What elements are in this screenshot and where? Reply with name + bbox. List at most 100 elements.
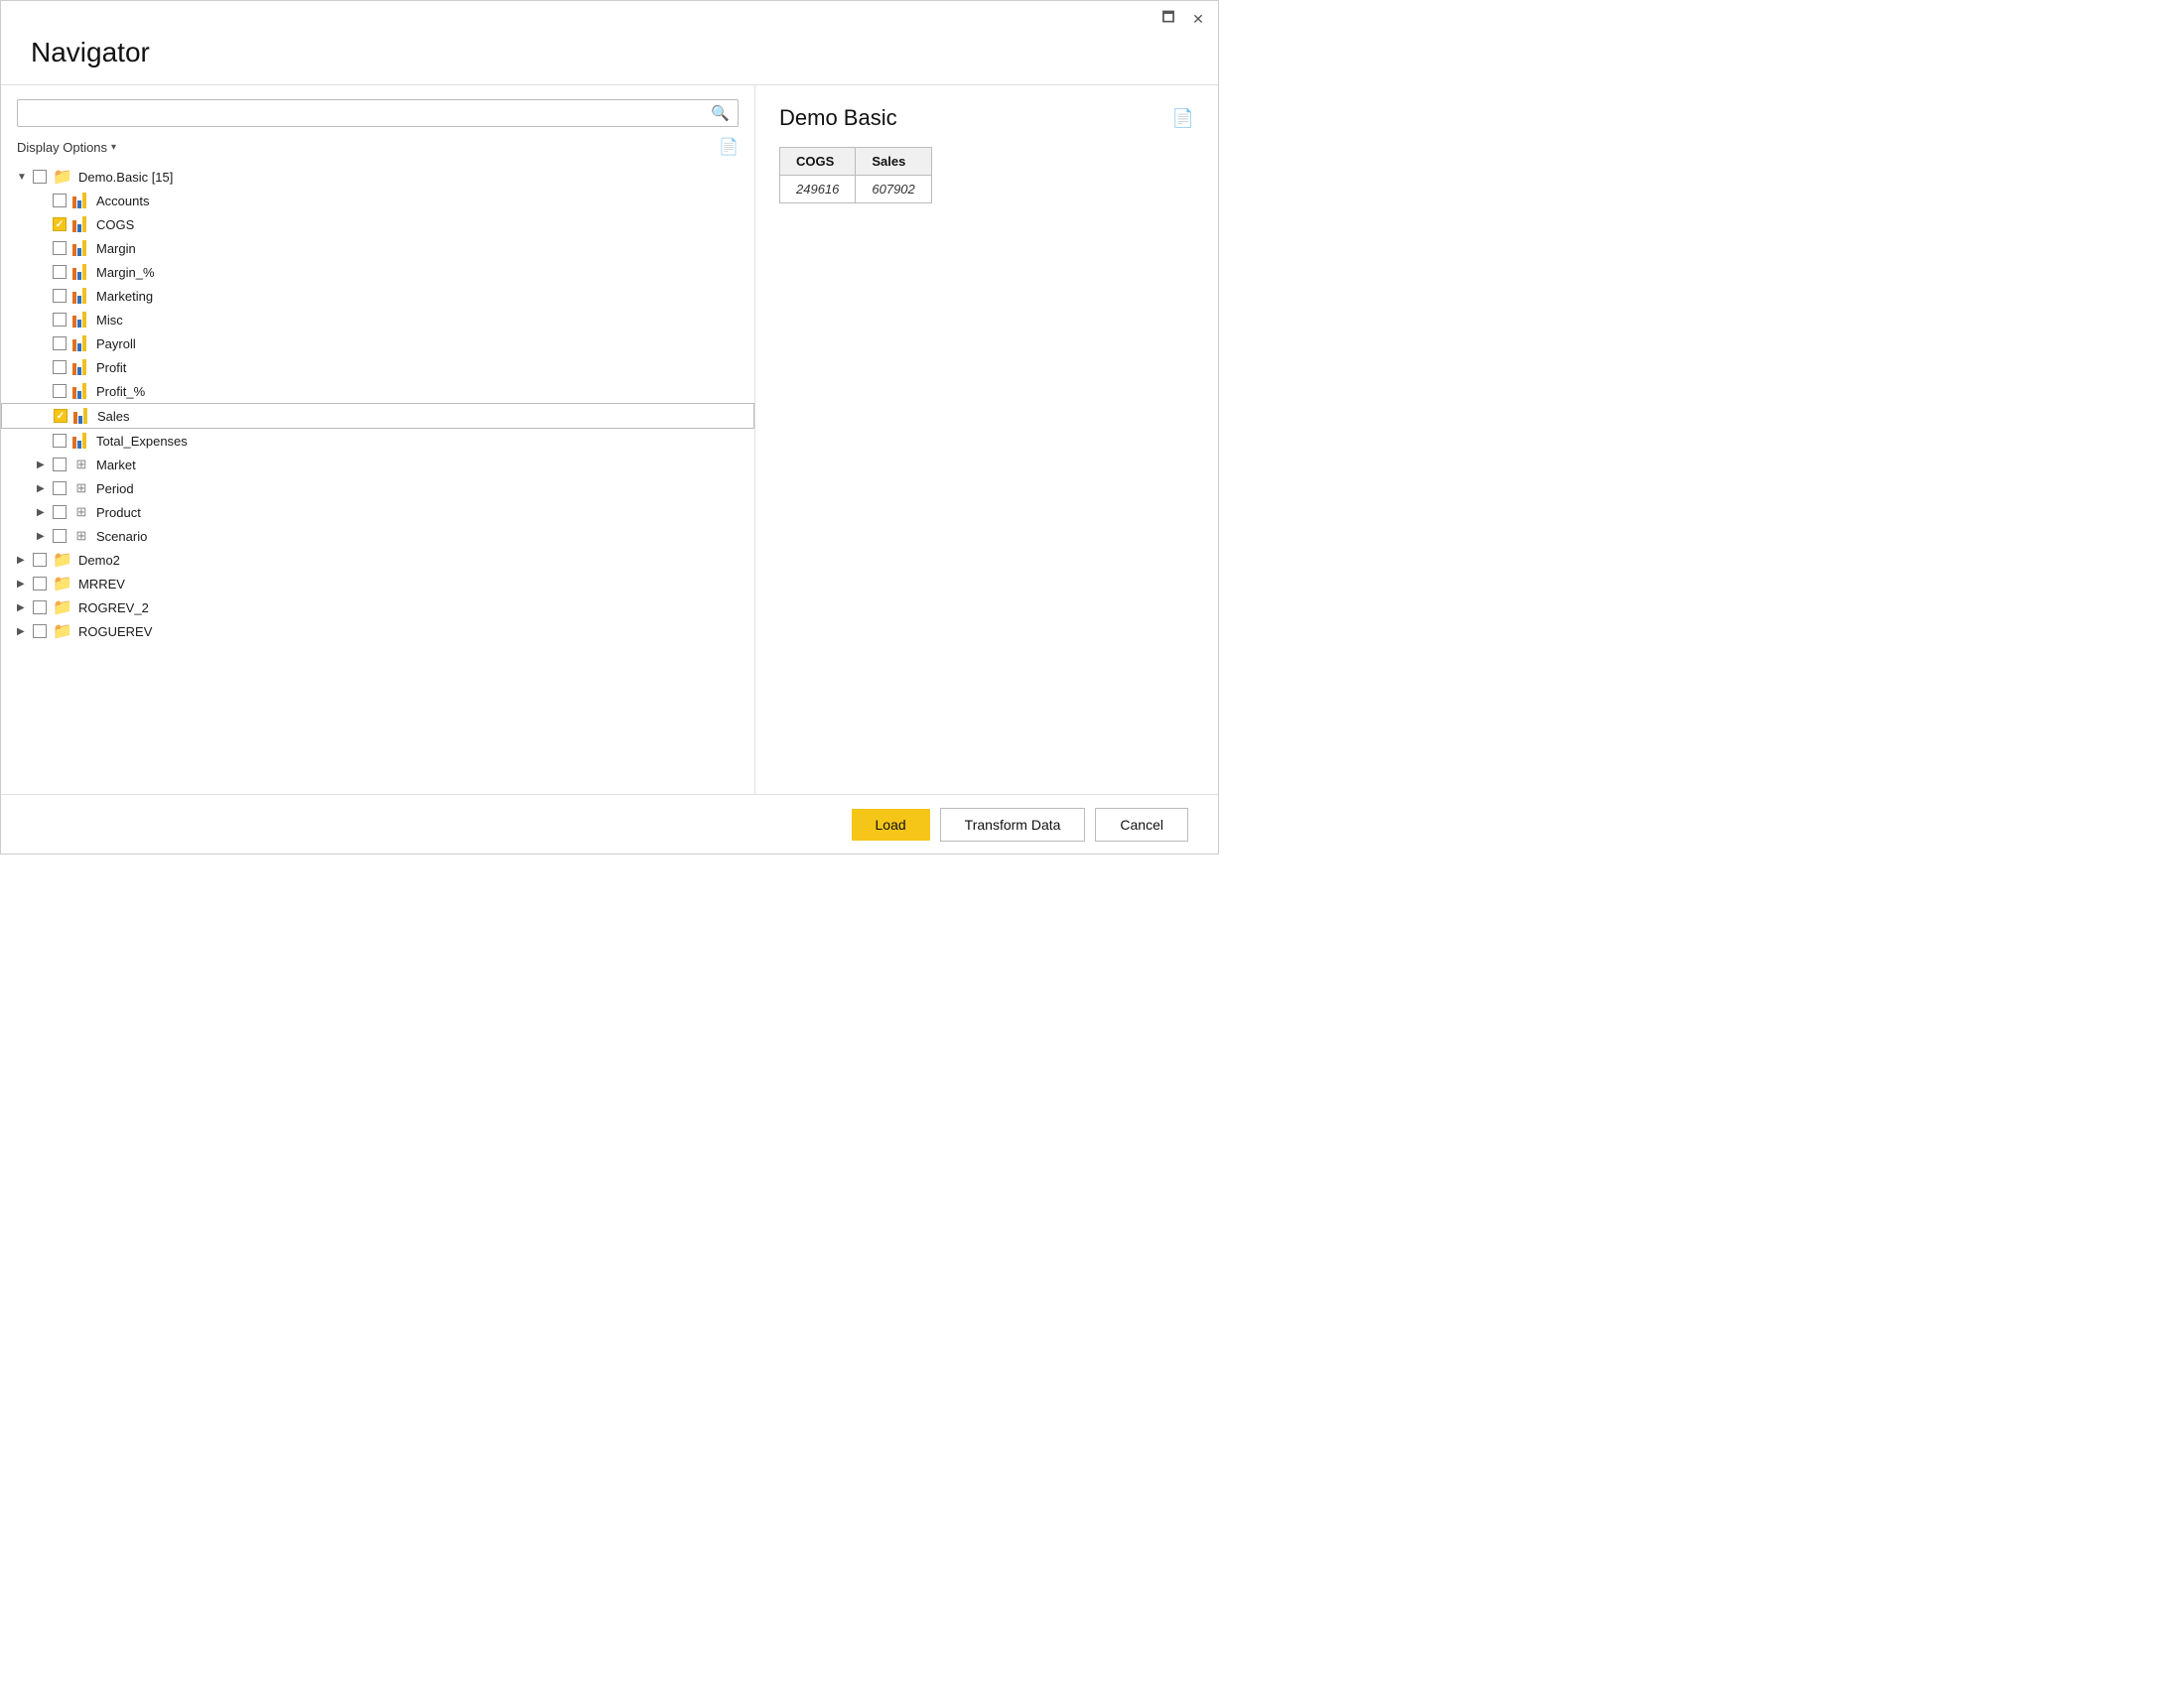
tree-expand-icon[interactable]: ▶ <box>17 579 31 590</box>
tree-item-label: Payroll <box>96 336 136 351</box>
tree-item[interactable]: ▶ 📁 ROGREV_2 <box>1 595 754 619</box>
tree-checkbox[interactable] <box>53 529 67 543</box>
bar-chart-icon <box>72 216 90 232</box>
bar-chart-icon <box>72 240 90 256</box>
tree-item[interactable]: Sales <box>1 403 754 429</box>
tree-checkbox[interactable] <box>53 289 67 303</box>
tree-checkbox[interactable] <box>54 409 68 423</box>
preview-export-icon[interactable]: 📄 <box>1172 108 1194 129</box>
tree-item[interactable]: Margin_% <box>1 260 754 284</box>
tree-item-label: ROGREV_2 <box>78 600 149 615</box>
tree-checkbox[interactable] <box>53 434 67 448</box>
tree-item-label: Market <box>96 458 136 472</box>
tree-item[interactable]: ▼ 📁 Demo.Basic [15] <box>1 165 754 189</box>
bottom-bar: Load Transform Data Cancel <box>1 794 1218 854</box>
tree-item[interactable]: Margin <box>1 236 754 260</box>
tree-item-label: Period <box>96 481 134 496</box>
tree-checkbox[interactable] <box>53 458 67 471</box>
tree-item[interactable]: Misc <box>1 308 754 331</box>
dialog-title: Navigator <box>1 37 1218 84</box>
folder-icon: 📁 <box>53 552 72 568</box>
search-icon: 🔍 <box>711 104 730 122</box>
bar-chart-icon <box>72 193 90 208</box>
tree-item-label: Margin <box>96 241 136 256</box>
preview-title: Demo Basic <box>779 105 897 131</box>
tree-checkbox[interactable] <box>53 360 67 374</box>
tree-item-label: Product <box>96 505 141 520</box>
bar-chart-icon <box>72 264 90 280</box>
tree-expand-icon[interactable]: ▶ <box>17 626 31 637</box>
display-options-button[interactable]: Display Options ▾ <box>17 140 116 155</box>
tree-item[interactable]: Marketing <box>1 284 754 308</box>
tree-checkbox[interactable] <box>33 624 47 638</box>
transform-data-button[interactable]: Transform Data <box>940 808 1086 842</box>
bar-chart-icon <box>72 335 90 351</box>
table-row: 249616607902 <box>780 176 932 203</box>
load-button[interactable]: Load <box>852 809 930 841</box>
display-options-label: Display Options <box>17 140 107 155</box>
tree-checkbox[interactable] <box>53 505 67 519</box>
table-cell: 249616 <box>780 176 856 203</box>
cancel-button[interactable]: Cancel <box>1095 808 1188 842</box>
tree-expand-icon[interactable]: ▶ <box>17 602 31 613</box>
tree-checkbox[interactable] <box>53 313 67 327</box>
tree-item[interactable]: Accounts <box>1 189 754 212</box>
tree-checkbox[interactable] <box>33 553 47 567</box>
tree-item[interactable]: ▶ ⊞ Product <box>1 500 754 524</box>
minimize-button[interactable]: 🗖 <box>1158 7 1178 31</box>
right-panel: Demo Basic 📄 COGSSales249616607902 <box>755 85 1218 818</box>
tree-item-label: Profit_% <box>96 384 145 399</box>
search-input[interactable] <box>26 106 705 121</box>
load-icon-button[interactable]: 📄 <box>719 137 739 157</box>
folder-icon: 📁 <box>53 599 72 615</box>
tree-container[interactable]: ▼ 📁 Demo.Basic [15] Accounts COGS Margin <box>1 165 754 818</box>
tree-checkbox[interactable] <box>53 336 67 350</box>
tree-item-label: ROGUEREV <box>78 624 152 639</box>
bar-chart-icon <box>72 383 90 399</box>
tree-expand-icon[interactable]: ▶ <box>37 460 51 470</box>
display-options-caret-icon: ▾ <box>111 142 116 153</box>
close-button[interactable]: ✕ <box>1188 11 1208 28</box>
tree-item[interactable]: ▶ 📁 Demo2 <box>1 548 754 572</box>
tree-item-label: Demo.Basic [15] <box>78 170 173 185</box>
table-icon: ⊞ <box>72 504 90 520</box>
bar-chart-icon <box>72 433 90 449</box>
preview-table-header: Sales <box>856 148 931 176</box>
main-layout: 🔍 Display Options ▾ 📄 ▼ 📁 Demo.Basic [15… <box>1 84 1218 818</box>
left-panel: 🔍 Display Options ▾ 📄 ▼ 📁 Demo.Basic [15… <box>1 85 755 818</box>
tree-expand-icon[interactable]: ▶ <box>37 507 51 518</box>
tree-item-label: Profit <box>96 360 126 375</box>
folder-icon: 📁 <box>53 576 72 591</box>
tree-item[interactable]: ▶ ⊞ Period <box>1 476 754 500</box>
tree-item[interactable]: ▶ 📁 MRREV <box>1 572 754 595</box>
tree-item-label: Margin_% <box>96 265 155 280</box>
tree-checkbox[interactable] <box>53 217 67 231</box>
tree-checkbox[interactable] <box>53 194 67 207</box>
tree-checkbox[interactable] <box>53 265 67 279</box>
tree-expand-icon[interactable]: ▶ <box>37 531 51 542</box>
tree-expand-icon[interactable]: ▶ <box>17 555 31 566</box>
tree-item[interactable]: Profit_% <box>1 379 754 403</box>
tree-checkbox[interactable] <box>33 600 47 614</box>
tree-expand-icon[interactable]: ▼ <box>17 172 31 183</box>
tree-item[interactable]: ▶ ⊞ Market <box>1 453 754 476</box>
tree-checkbox[interactable] <box>53 241 67 255</box>
tree-item[interactable]: COGS <box>1 212 754 236</box>
tree-item[interactable]: Total_Expenses <box>1 429 754 453</box>
table-icon: ⊞ <box>72 480 90 496</box>
tree-checkbox[interactable] <box>53 481 67 495</box>
tree-checkbox[interactable] <box>33 577 47 591</box>
table-icon: ⊞ <box>72 528 90 544</box>
preview-table-header: COGS <box>780 148 856 176</box>
tree-item[interactable]: ▶ 📁 ROGUEREV <box>1 619 754 643</box>
preview-table: COGSSales249616607902 <box>779 147 932 203</box>
tree-item[interactable]: Profit <box>1 355 754 379</box>
tree-checkbox[interactable] <box>53 384 67 398</box>
tree-item[interactable]: ▶ ⊞ Scenario <box>1 524 754 548</box>
tree-expand-icon[interactable]: ▶ <box>37 483 51 494</box>
tree-item-label: Marketing <box>96 289 153 304</box>
tree-checkbox[interactable] <box>33 170 47 184</box>
titlebar: 🗖 ✕ <box>1 1 1218 37</box>
bar-chart-icon <box>72 288 90 304</box>
tree-item[interactable]: Payroll <box>1 331 754 355</box>
